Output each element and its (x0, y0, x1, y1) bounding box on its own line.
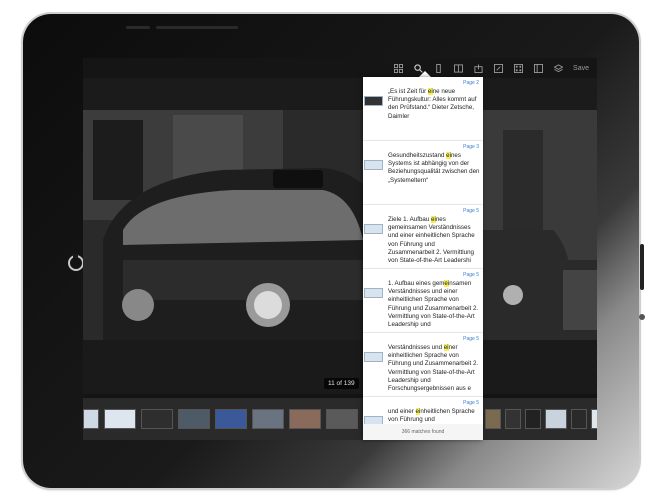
side-slot (640, 244, 644, 290)
result-thumbnail (364, 352, 383, 362)
result-page: Page 5 (463, 400, 479, 406)
portrait-icon[interactable] (429, 58, 447, 78)
thumbnail[interactable] (178, 409, 210, 429)
thumbnail[interactable] (545, 409, 567, 429)
thumbnail[interactable] (571, 409, 587, 429)
volume-button-2 (156, 26, 180, 29)
share-icon[interactable] (469, 58, 487, 78)
page-top-area (83, 78, 597, 110)
volume-button-1 (126, 26, 150, 29)
matches-count: 366 matches found (363, 424, 483, 440)
result-page: Page 5 (463, 208, 479, 214)
camera-dot (639, 314, 645, 320)
grid-icon[interactable] (389, 58, 407, 78)
home-button[interactable] (68, 254, 84, 271)
result-snippet: Gesundheitszustand eines Systems ist abh… (388, 152, 480, 184)
edit-icon[interactable] (489, 58, 507, 78)
result-snippet: „Es ist Zeit für eine neue Führungskultu… (388, 88, 477, 120)
split-view-icon[interactable] (449, 58, 467, 78)
result-snippet: 1. Aufbau eines gemeinsamen Verständniss… (388, 280, 479, 329)
page-counter: 11 of 139 (324, 378, 359, 389)
thumbnail[interactable] (505, 409, 521, 429)
power-button (178, 26, 238, 29)
search-result[interactable]: Page 5 Verständnisses und einer einheitl… (363, 333, 483, 397)
search-results-panel: Page 2 „Es ist Zeit für eine neue Führun… (363, 77, 483, 440)
thumbnail[interactable] (591, 409, 597, 429)
thumbnail[interactable] (83, 409, 99, 429)
thumbnail[interactable] (104, 409, 136, 429)
thumbnail[interactable] (525, 409, 541, 429)
result-page: Page 3 (463, 144, 479, 150)
save-button[interactable]: Save (573, 65, 589, 72)
thumbnail[interactable] (252, 409, 284, 429)
thumbnail[interactable] (326, 409, 358, 429)
thumbnail[interactable] (215, 409, 247, 429)
app-screen: Save 11 of 139 (83, 58, 597, 440)
result-page: Page 2 (463, 80, 479, 86)
result-thumbnail (364, 96, 383, 106)
result-thumbnail (364, 224, 383, 234)
layers-icon[interactable] (549, 58, 567, 78)
result-page: Page 5 (463, 336, 479, 342)
result-snippet: Verständnisses und einer einheitlichen S… (388, 344, 479, 393)
thumbnail[interactable] (485, 409, 501, 429)
thumbnail[interactable] (289, 409, 321, 429)
result-snippet: Ziele 1. Aufbau eines gemeinsamen Verstä… (388, 216, 475, 265)
search-result[interactable]: Page 5 Ziele 1. Aufbau eines gemeinsamen… (363, 205, 483, 269)
thumbnail-strip-right[interactable] (485, 398, 597, 440)
search-result[interactable]: Page 3 Gesundheitszustand eines Systems … (363, 141, 483, 205)
top-toolbar: Save (83, 58, 597, 78)
search-result[interactable]: Page 5 1. Aufbau eines gemeinsamen Verst… (363, 269, 483, 333)
result-thumbnail (364, 160, 383, 170)
thumbnail[interactable] (141, 409, 173, 429)
search-result[interactable]: Page 2 „Es ist Zeit für eine neue Führun… (363, 77, 483, 141)
result-thumbnail (364, 288, 383, 298)
thumbnails-icon[interactable] (509, 58, 527, 78)
result-page: Page 5 (463, 272, 479, 278)
sidebar-icon[interactable] (529, 58, 547, 78)
slide-photo (83, 110, 597, 394)
